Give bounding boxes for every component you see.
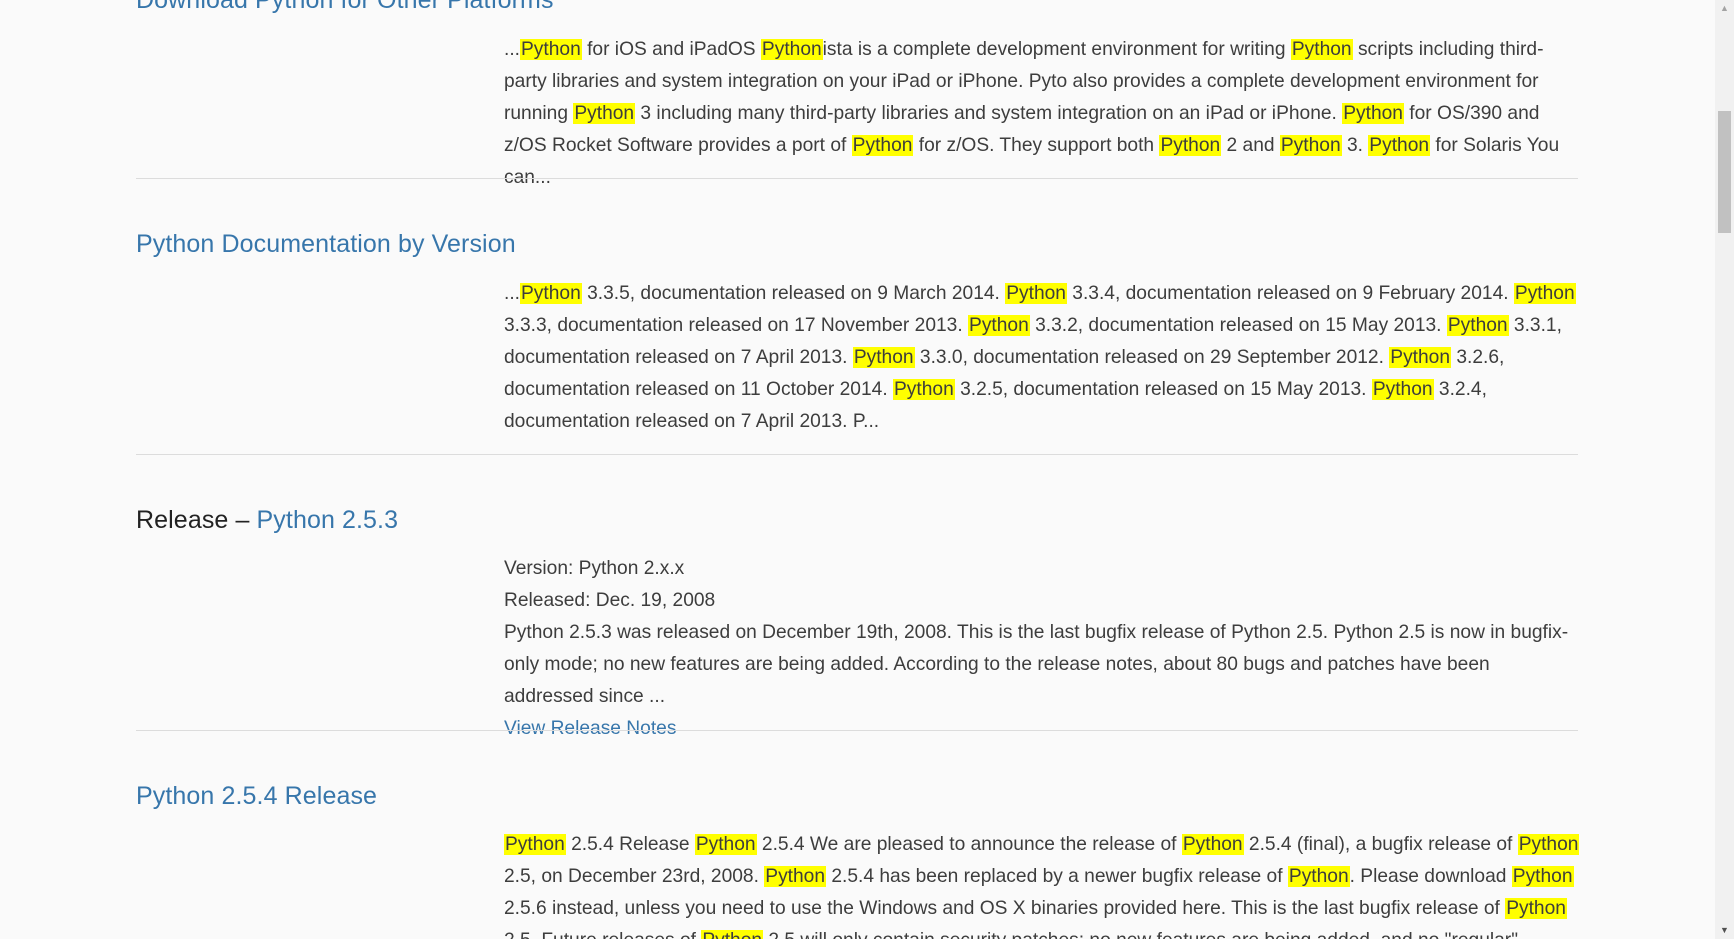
result-snippet: Python 2.5.4 Release Python 2.5.4 We are… — [504, 829, 1584, 939]
highlighted-term: Python — [1517, 834, 1580, 855]
highlighted-term: Python — [520, 283, 582, 304]
snippet-segment: 3.2.5, documentation released on 15 May … — [954, 379, 1372, 400]
snippet-segment: 2 and — [1221, 135, 1280, 156]
highlighted-term: Python — [1005, 283, 1067, 304]
scrollbar-thumb[interactable] — [1718, 111, 1731, 233]
search-results-page: Download Python for Other Platforms ...P… — [0, 0, 1715, 939]
result-title: Python Documentation by Version — [136, 230, 516, 259]
highlighted-term: Python — [1159, 135, 1222, 156]
highlighted-term: Python — [1342, 103, 1404, 124]
snippet-segment: for iOS and iPadOS — [581, 39, 761, 60]
result-title: Release – Python 2.5.3 — [136, 506, 398, 535]
highlighted-term: Python — [1505, 898, 1567, 919]
highlighted-term: Python — [1368, 135, 1431, 156]
result-divider — [136, 454, 1578, 455]
highlighted-term: Python — [1513, 283, 1576, 304]
snippet-segment: 2.5 will only contain security patches; … — [763, 930, 1518, 939]
release-date: Released: Dec. 19, 2008 — [504, 590, 716, 611]
release-details: Version: Python 2.x.x Released: Dec. 19,… — [504, 553, 1584, 745]
snippet-segment: 3.3.3, documentation released on 17 Nove… — [504, 315, 969, 336]
snippet-segment: 2.5.4 (final), a bugfix release of — [1243, 834, 1518, 855]
result-title-link[interactable]: Python 2.5.4 Release — [136, 782, 377, 810]
highlighted-term: Python — [520, 39, 582, 60]
snippet-segment: 3.3.5, documentation released on 9 March… — [581, 283, 1006, 304]
snippet-segment: 2.5.6 instead, unless you need to use th… — [504, 898, 1506, 919]
result-title-prefix: Release – — [136, 506, 257, 534]
snippet-segment: 3.3.0, documentation released on 29 Sept… — [914, 347, 1390, 368]
result-snippet: ...Python for iOS and iPadOS Pythonista … — [504, 34, 1584, 194]
snippet-segment: 3 including many third-party libraries a… — [635, 103, 1343, 124]
highlighted-term: Python — [504, 834, 566, 855]
snippet-text: Python 2.5.4 Release Python 2.5.4 We are… — [504, 829, 1584, 939]
scroll-down-arrow-icon[interactable]: ▼ — [1715, 922, 1734, 939]
highlighted-term: Python — [1371, 379, 1434, 400]
highlighted-term: Python — [893, 379, 955, 400]
snippet-segment: 3. — [1341, 135, 1369, 156]
highlighted-term: Python — [1279, 135, 1342, 156]
result-snippet: ...Python 3.3.5, documentation released … — [504, 278, 1584, 438]
highlighted-term: Python — [1511, 866, 1574, 887]
snippet-text: ...Python 3.3.5, documentation released … — [504, 278, 1584, 438]
result-title-link[interactable]: Download Python for Other Platforms — [136, 0, 554, 14]
result-divider — [136, 730, 1578, 731]
release-version: Version: Python 2.x.x — [504, 558, 685, 579]
highlighted-term: Python — [760, 39, 823, 60]
result-title: Python 2.5.4 Release — [136, 782, 377, 811]
snippet-segment: 3.3.4, documentation released on 9 Febru… — [1066, 283, 1514, 304]
snippet-segment: . Please download — [1349, 866, 1512, 887]
highlighted-term: Python — [764, 866, 827, 887]
scroll-up-arrow-icon[interactable]: ▲ — [1715, 0, 1734, 17]
highlighted-term: Python — [968, 315, 1030, 336]
snippet-segment: ... — [504, 39, 520, 60]
highlighted-term: Python — [701, 930, 764, 939]
highlighted-term: Python — [1287, 866, 1350, 887]
snippet-segment: 2.5. Future releases of — [504, 930, 701, 939]
result-title: Download Python for Other Platforms — [136, 0, 554, 15]
release-description: Python 2.5.3 was released on December 19… — [504, 622, 1569, 707]
snippet-segment: 2.5.4 We are pleased to announce the rel… — [756, 834, 1182, 855]
vertical-scrollbar[interactable]: ▲ ▼ — [1715, 0, 1734, 939]
highlighted-term: Python — [852, 347, 915, 368]
result-divider — [136, 178, 1578, 179]
snippet-segment: 2.5.4 has been replaced by a newer bugfi… — [826, 866, 1288, 887]
snippet-segment: 2.5.4 Release — [565, 834, 695, 855]
snippet-segment: for z/OS. They support both — [913, 135, 1160, 156]
highlighted-term: Python — [694, 834, 757, 855]
highlighted-term: Python — [851, 135, 914, 156]
result-title-link[interactable]: Python Documentation by Version — [136, 230, 516, 258]
view-release-notes-link[interactable]: View Release Notes — [504, 718, 676, 739]
snippet-segment: 3.3.2, documentation released on 15 May … — [1029, 315, 1447, 336]
highlighted-term: Python — [1181, 834, 1244, 855]
snippet-segment: ... — [504, 283, 520, 304]
snippet-text: ...Python for iOS and iPadOS Pythonista … — [504, 34, 1584, 194]
snippet-segment: ista is a complete development environme… — [822, 39, 1291, 60]
highlighted-term: Python — [1290, 39, 1353, 60]
result-title-link[interactable]: Python 2.5.3 — [257, 506, 399, 534]
highlighted-term: Python — [1446, 315, 1509, 336]
highlighted-term: Python — [1389, 347, 1452, 368]
highlighted-term: Python — [573, 103, 636, 124]
snippet-segment: 2.5, on December 23rd, 2008. — [504, 866, 765, 887]
